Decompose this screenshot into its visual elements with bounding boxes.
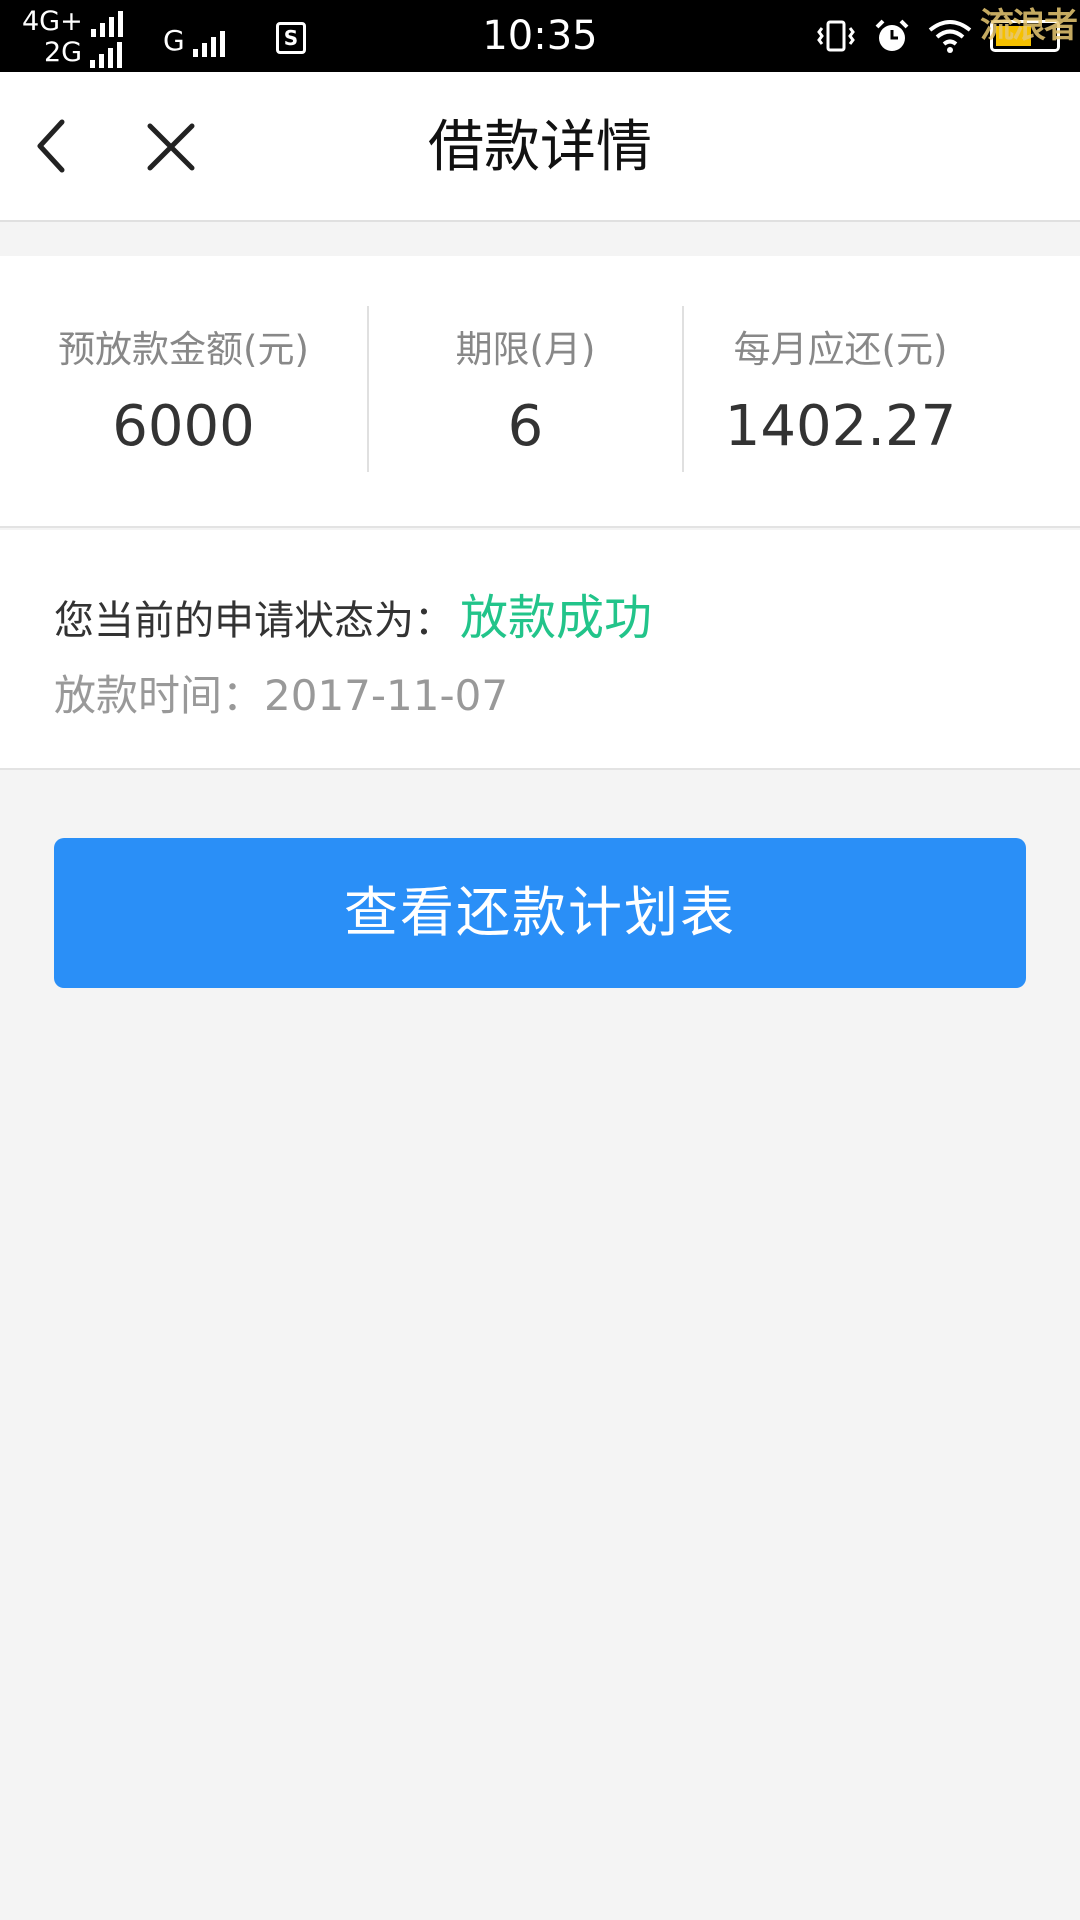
nav-header: 借款详情 xyxy=(0,72,1080,222)
application-status: 您当前的申请状态为： 放款成功 放款时间： 2017-11-07 xyxy=(0,530,1080,770)
loan-summary: 预放款金额(元) 6000 期限(月) 6 每月应还(元) 1402.27 xyxy=(0,256,1080,528)
summary-value: 6 xyxy=(507,394,544,459)
status-bar: 4G+ 2G G S 10:35 流浪者 xyxy=(0,0,1080,72)
view-repayment-plan-button[interactable]: 查看还款计划表 xyxy=(54,838,1026,988)
status-value: 放款成功 xyxy=(460,590,653,646)
wifi-icon xyxy=(928,20,972,53)
alarm-icon xyxy=(875,19,909,51)
summary-value: 6000 xyxy=(112,394,255,459)
status-prefix: 您当前的申请状态为： xyxy=(54,598,454,644)
disbursement-time: 放款时间： 2017-11-07 xyxy=(54,662,508,723)
summary-value: 1402.27 xyxy=(724,394,957,459)
summary-amount: 预放款金额(元) 6000 xyxy=(0,306,367,472)
summary-monthly: 每月应还(元) 1402.27 xyxy=(682,306,997,472)
page-title: 借款详情 xyxy=(428,115,652,180)
status-line: 您当前的申请状态为： 放款成功 xyxy=(54,578,652,648)
watermark: 流浪者 xyxy=(980,6,1078,46)
time-label: 放款时间： xyxy=(54,671,265,720)
summary-label: 每月应还(元) xyxy=(733,328,948,371)
summary-term: 期限(月) 6 xyxy=(367,306,682,472)
summary-label: 期限(月) xyxy=(455,328,596,371)
vibrate-icon xyxy=(817,20,855,52)
time-value: 2017-11-07 xyxy=(264,671,509,720)
summary-label: 预放款金额(元) xyxy=(58,328,309,371)
